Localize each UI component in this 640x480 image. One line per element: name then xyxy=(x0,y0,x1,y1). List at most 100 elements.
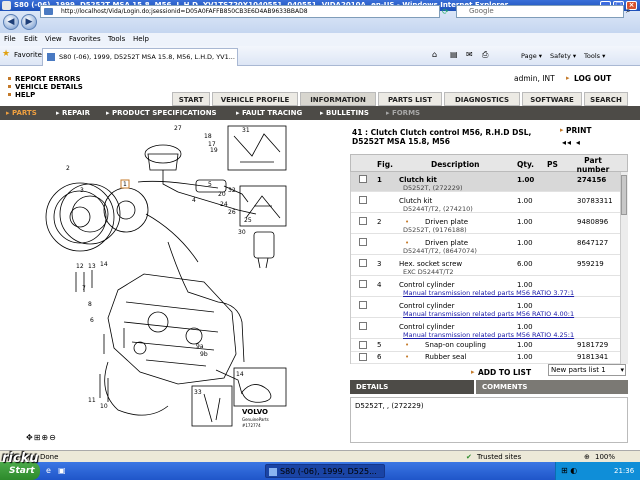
row-link[interactable]: Manual transmission related parts M56 RA… xyxy=(403,331,574,339)
row-checkbox[interactable] xyxy=(359,280,367,288)
menu-tools[interactable]: Tools xyxy=(108,33,125,46)
url-input[interactable]: http://localhost/Vida/Login.do;jsessioni… xyxy=(40,5,440,18)
subnav-parts[interactable]: ▸ PARTS xyxy=(6,106,37,120)
status-bar: Done ✔ Trusted sites ⊕ 100% xyxy=(0,450,640,462)
table-row[interactable]: 3 Hex. socket screw EXC D5244T/T2 6.00 9… xyxy=(351,256,628,276)
parts-list-select[interactable]: New parts list 1 xyxy=(548,364,626,376)
row-bullet: • xyxy=(405,341,410,349)
help-link[interactable]: HELP xyxy=(8,91,83,99)
tab-parts-list[interactable]: PARTS LIST xyxy=(378,92,442,106)
table-row[interactable]: Clutch kit D5244T/T2, (274210) 1.00 3078… xyxy=(351,193,628,213)
taskbar-window-item[interactable]: S80 (-06), 1999, D525... xyxy=(265,464,385,478)
row-part-number: 9181729 xyxy=(577,341,609,349)
zoom-in-icon[interactable]: ⊕ xyxy=(41,433,49,442)
table-row[interactable]: 2 • Driven plate D5252T, (9176188) 1.00 … xyxy=(351,214,628,234)
home-icon[interactable]: ⌂ xyxy=(432,50,437,59)
callout-11: 11 xyxy=(88,397,96,404)
volume-icon[interactable]: ◐ xyxy=(570,466,577,475)
pan-icon[interactable]: ✥ xyxy=(26,433,34,442)
parts-table-body: 1 Clutch kit D5252T, (272229) 1.00 27415… xyxy=(350,172,628,364)
tab-comments[interactable]: COMMENTS xyxy=(476,380,628,394)
print-icon[interactable]: ⎙ xyxy=(482,50,488,60)
row-checkbox[interactable] xyxy=(359,301,367,309)
row-checkbox[interactable] xyxy=(359,196,367,204)
subnav-repair[interactable]: ▸ REPAIR xyxy=(56,106,90,120)
subnav-fault-tracing[interactable]: ▸ FAULT TRACING xyxy=(236,106,302,120)
search-input[interactable]: Google xyxy=(456,5,624,18)
row-fig: 6 xyxy=(377,353,382,361)
search-icon[interactable]: ⌕ xyxy=(626,6,630,16)
row-checkbox[interactable] xyxy=(359,353,367,361)
add-to-list-button[interactable]: ADD TO LIST xyxy=(478,368,531,377)
tab-software[interactable]: SOFTWARE xyxy=(522,92,582,106)
tab-information[interactable]: INFORMATION xyxy=(300,92,376,106)
row-checkbox[interactable] xyxy=(359,322,367,330)
tab-diagnostics[interactable]: DIAGNOSTICS xyxy=(444,92,520,106)
menu-file[interactable]: File xyxy=(4,33,16,46)
table-scrollbar-thumb[interactable] xyxy=(621,175,627,215)
table-row[interactable]: 6 • Rubber seal 1.00 9181341 xyxy=(351,352,628,364)
menu-favorites[interactable]: Favorites xyxy=(69,33,101,46)
row-description: Clutch kit xyxy=(399,197,433,205)
menu-view[interactable]: View xyxy=(45,33,62,46)
row-bullet: • xyxy=(405,239,410,247)
row-description: Control cylinder xyxy=(399,281,455,289)
subnav-forms[interactable]: ▸ FORMS xyxy=(386,106,420,120)
page-nav-arrows[interactable]: ◂◂ ◂ xyxy=(562,138,581,147)
callout-24: 24 xyxy=(220,201,228,208)
browser-tab[interactable]: S80 (-06), 1999, D5252T MSA 15.8, M56, L… xyxy=(42,48,238,66)
menu-edit[interactable]: Edit xyxy=(24,33,38,46)
favorites-button[interactable]: Favorites xyxy=(14,51,46,59)
page-menu[interactable]: Page ▾ xyxy=(521,52,542,60)
row-qty: 1.00 xyxy=(517,341,533,349)
table-row[interactable]: Control cylinder Manual transmission rel… xyxy=(351,298,628,318)
subnav-product-specifications[interactable]: ▸ PRODUCT SPECIFICATIONS xyxy=(106,106,217,120)
favorites-star-icon[interactable]: ★ xyxy=(2,49,10,59)
refresh-icon[interactable]: ⟳ xyxy=(442,7,449,16)
subnav-repair-label: REPAIR xyxy=(61,109,91,117)
row-checkbox[interactable] xyxy=(359,175,367,183)
tab-start[interactable]: START xyxy=(172,92,210,106)
vehicle-details-link[interactable]: VEHICLE DETAILS xyxy=(8,83,83,91)
callout-5: 5 xyxy=(208,181,212,188)
print-button[interactable]: PRINT xyxy=(566,126,591,135)
row-fig: 4 xyxy=(377,281,382,289)
row-link[interactable]: Manual transmission related parts M56 RA… xyxy=(403,289,574,297)
logout-link[interactable]: LOG OUT xyxy=(574,74,611,83)
tab-details[interactable]: DETAILS xyxy=(350,380,474,394)
row-checkbox[interactable] xyxy=(359,217,367,225)
mail-icon[interactable]: ✉ xyxy=(466,50,473,59)
row-checkbox[interactable] xyxy=(359,341,367,349)
row-description: Hex. socket screw xyxy=(399,260,463,268)
table-row[interactable]: 5 • Snap-on coupling 1.00 9181729 xyxy=(351,340,628,352)
row-checkbox[interactable] xyxy=(359,238,367,246)
row-link[interactable]: Manual transmission related parts M56 RA… xyxy=(403,310,574,318)
callout-20: 20 xyxy=(218,191,226,198)
subnav-bulletins[interactable]: ▸ BULLETINS xyxy=(320,106,369,120)
table-row[interactable]: 1 Clutch kit D5252T, (272229) 1.00 27415… xyxy=(351,172,628,192)
menu-help[interactable]: Help xyxy=(133,33,149,46)
table-row[interactable]: 4 Control cylinder Manual transmission r… xyxy=(351,277,628,297)
back-button[interactable]: ◀ xyxy=(3,14,19,30)
row-description: Control cylinder xyxy=(399,302,455,310)
quicklaunch-ie-icon[interactable]: e xyxy=(46,466,51,475)
zoom-out-icon[interactable]: ⊖ xyxy=(49,433,57,442)
tab-search[interactable]: SEARCH xyxy=(584,92,628,106)
callout-10: 10 xyxy=(100,403,108,410)
subnav-fault-tracing-label: FAULT TRACING xyxy=(241,109,303,117)
callout-9a: 9a xyxy=(196,343,204,350)
network-icon[interactable]: ⊞ xyxy=(561,466,568,475)
row-checkbox[interactable] xyxy=(359,259,367,267)
tools-menu[interactable]: Tools ▾ xyxy=(584,52,605,60)
tab-vehicle-profile[interactable]: VEHICLE PROFILE xyxy=(212,92,298,106)
callout-14a: 14 xyxy=(100,261,108,268)
col-fig: Fig. xyxy=(377,160,393,169)
table-row[interactable]: • Driven plate D5244T/T2, (8647074) 1.00… xyxy=(351,235,628,255)
safety-menu[interactable]: Safety ▾ xyxy=(550,52,576,60)
quicklaunch-desktop-icon[interactable]: ▣ xyxy=(58,466,66,475)
feeds-icon[interactable]: ▤ xyxy=(450,50,458,59)
forward-button[interactable]: ▶ xyxy=(21,14,37,30)
report-errors-link[interactable]: REPORT ERRORS xyxy=(8,75,83,83)
parts-diagram[interactable]: 27 1 2 4 12 13 14 9a 9b 10 11 25 26 30 3… xyxy=(28,122,290,432)
table-row[interactable]: Control cylinder Manual transmission rel… xyxy=(351,319,628,339)
